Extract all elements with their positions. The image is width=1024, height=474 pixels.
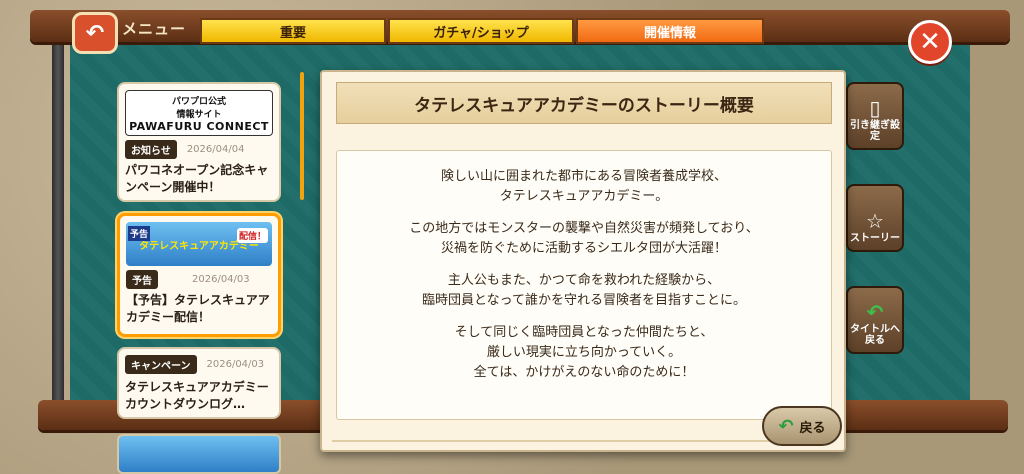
paragraph-line: 険しい山に囲まれた都市にある冒険者養成学校、 [440,169,727,184]
paragraph-line: そして同じく臨時団員となった仲間たちと、 [454,325,714,340]
back-arrow-icon: ↶ [85,20,105,46]
side-button-label: ストーリー [850,233,900,244]
story-summary-dialog: タテレスキュアアカデミーのストーリー概要 険しい山に囲まれた都市にある冒険者養成… [320,70,846,452]
return-arrow-icon: ↶ [778,415,794,437]
close-button[interactable]: ✕ [908,20,952,64]
paragraph-line: 厳しい現実に立ち向かっていく。 [486,345,682,360]
dialog-body: 険しい山に囲まれた都市にある冒険者養成学校、 タテレスキュアアカデミー。 この地… [336,150,832,420]
transfer-settings-button[interactable]: ▯ 引き継ぎ設定 [846,82,904,150]
back-button[interactable]: ↶ [72,12,118,54]
tab-event-info[interactable]: 開催情報 [576,18,764,44]
paragraph: そして同じく臨時団員となった仲間たちと、 厳しい現実に立ち向かっていく。 全ては… [337,323,831,383]
book-icon: ☆ [866,209,884,233]
news-item-campaign[interactable]: キャンペーン 2026/04/03 タテレスキュアアカデミーカウントダウンログ… [117,347,281,419]
news-item-pawafuru[interactable]: パワプロ公式 情報サイト PAWAFURU CONNECT お知らせ 2026/… [117,82,281,202]
news-date: 2026/04/03 [192,274,250,285]
news-text: 【予告】タテレスキュアアカデミー配信！ [126,293,270,324]
dialog-divider [332,440,834,442]
paragraph-line: 臨時団員となって誰かを守れる冒険者を目指すことに。 [422,293,746,308]
paragraph: 険しい山に囲まれた都市にある冒険者養成学校、 タテレスキュアアカデミー。 [337,167,831,207]
news-text: パワコネオープン記念キャンペーン開催中！ [125,163,269,194]
paragraph-line: この地方ではモンスターの襲撃や自然災害が頻発しており、 [409,221,759,236]
banner-text: 情報サイト [176,109,222,120]
paragraph: この地方ではモンスターの襲撃や自然災害が頻発しており、 災禍を防ぐために活動する… [337,219,831,259]
dialog-title: タテレスキュアアカデミーのストーリー概要 [336,82,832,124]
news-banner: 予告 タテレスキュアアカデミー 配信！ [126,222,272,266]
news-item-story-preview[interactable]: 予告 タテレスキュアアカデミー 配信！ 予告 2026/04/03 【予告】タテ… [117,213,281,337]
paragraph-line: 災禍を防ぐために活動するシエルタ団が大活躍！ [440,241,727,256]
close-icon: ✕ [919,27,941,57]
news-date: 2026/04/03 [206,359,265,370]
list-scrollbar[interactable] [300,72,304,200]
paragraph-line: タテレスキュアアカデミー。 [499,189,669,204]
side-button-label: 引き継ぎ設定 [850,120,900,142]
return-to-title-button[interactable]: ↶ タイトルへ戻る [846,286,904,354]
story-button[interactable]: ☆ ストーリー [846,184,904,252]
tab-gacha-shop[interactable]: ガチャ/ショップ [388,18,574,44]
news-date: 2026/04/04 [186,144,245,155]
news-item-next[interactable] [117,434,281,474]
news-banner: パワプロ公式 情報サイト PAWAFURU CONNECT [125,90,273,136]
paragraph-line: 全ては、かけがえのない命のために！ [473,365,695,380]
paragraph: 主人公もまた、かつて命を救われた経験から、 臨時団員となって誰かを守れる冒険者を… [337,271,831,311]
frame-post-left [52,30,64,430]
banner-logo-text: PAWAFURU CONNECT [129,119,269,133]
banner-badge: 予告 [128,226,151,241]
news-tag: 予告 [126,270,158,289]
return-arrow-icon: ↶ [866,300,884,324]
menu-label: メニュー [122,20,187,38]
return-button[interactable]: ↶ 戻る [762,406,842,446]
tab-important[interactable]: 重要 [200,18,386,44]
paragraph-line: 主人公もまた、かつて命を救われた経験から、 [447,273,721,288]
banner-badge: 配信！ [236,228,268,243]
news-tag: お知らせ [125,140,177,159]
return-button-label: 戻る [799,420,826,436]
side-button-label: タイトルへ戻る [850,324,900,346]
banner-text: パワプロ公式 [171,96,226,107]
news-text: タテレスキュアアカデミーカウントダウンログ… [125,380,269,411]
phone-icon: ▯ [869,96,881,120]
news-tag: キャンペーン [125,355,197,374]
